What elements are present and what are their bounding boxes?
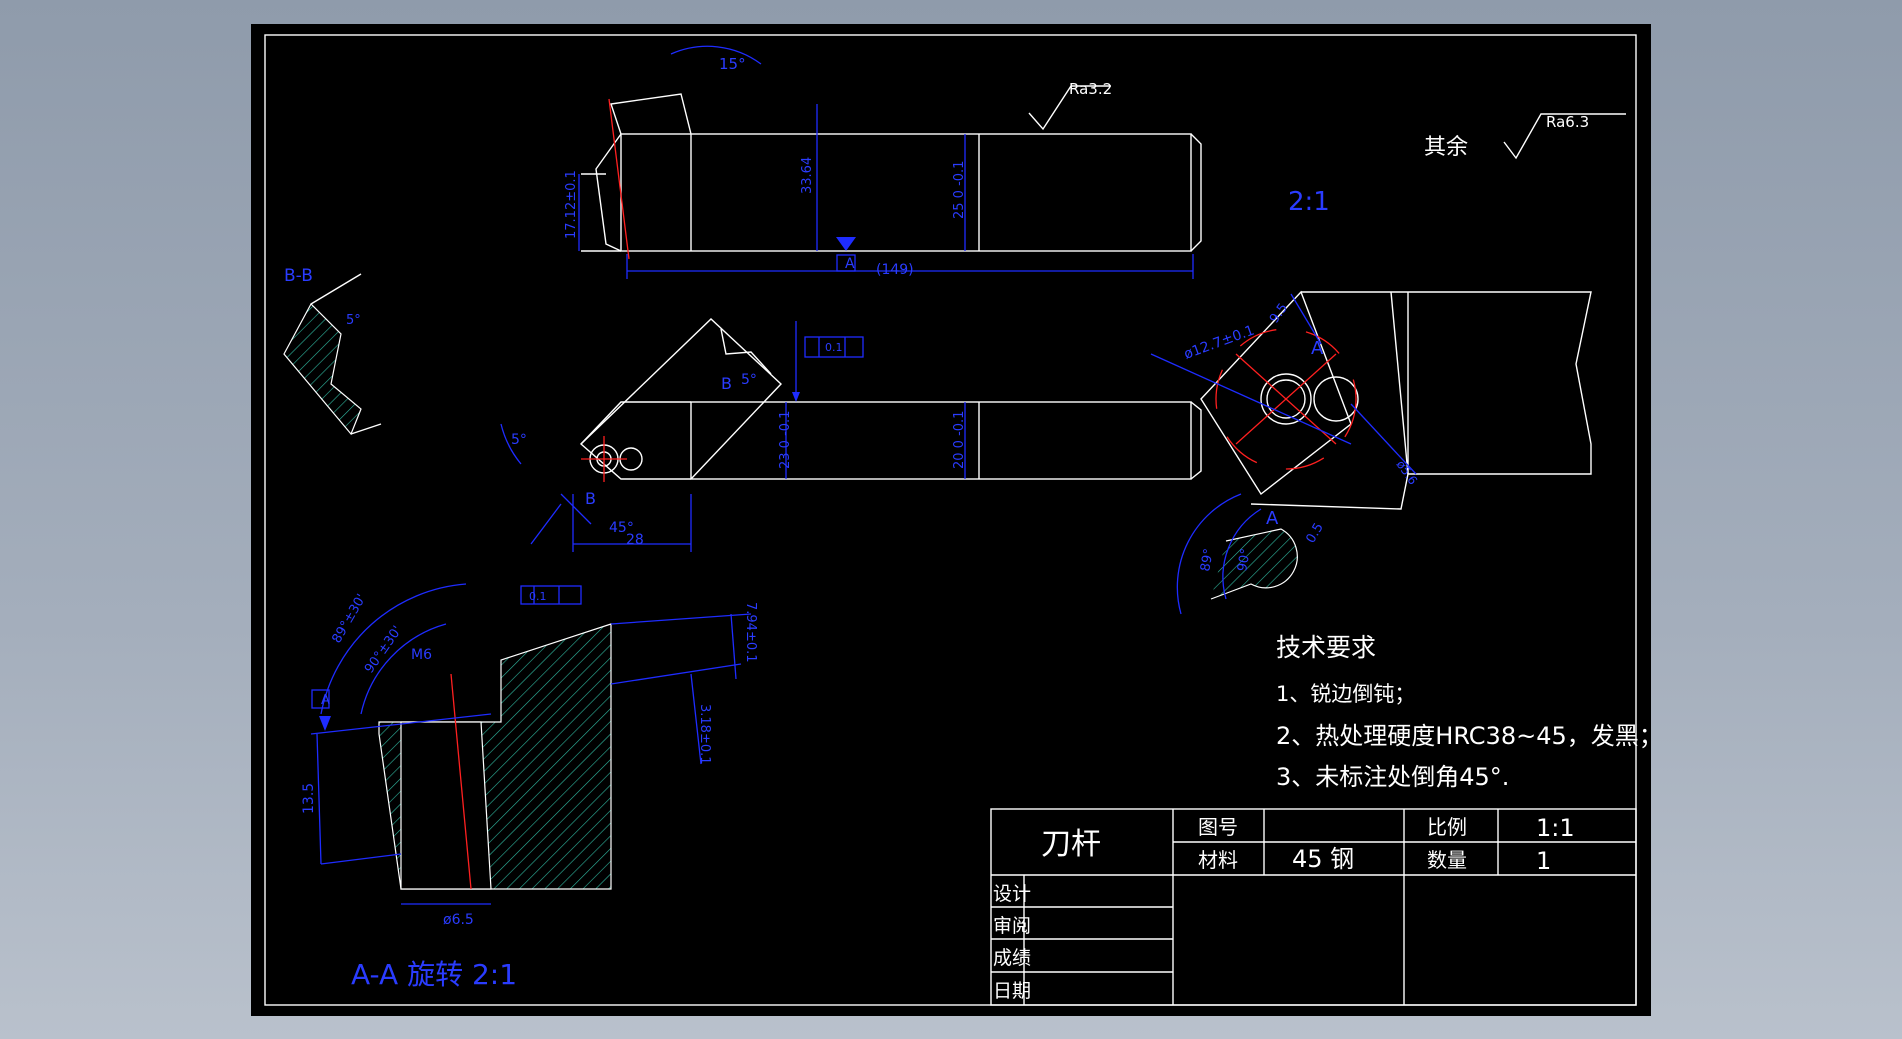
dim-angle-45: 45° (609, 520, 634, 536)
dim-detail-05: 0.5 (1303, 521, 1326, 546)
section-aa (310, 583, 752, 905)
scale-label: 比例 (1427, 815, 1467, 839)
sign-row-design: 设计 (993, 883, 1031, 905)
surface-rest-value: Ra6.3 (1546, 113, 1589, 131)
section-bb-label: B-B (284, 266, 313, 286)
tol-para: 0.1 (825, 341, 843, 354)
surface-main-value: Ra3.2 (1069, 80, 1112, 98)
dim-head-width: 23 0 -0.1 (778, 411, 793, 469)
dim-detail-89: 89° (1198, 547, 1217, 572)
dim-seat: 9.5 (1267, 301, 1291, 327)
section-a-top: A (1311, 338, 1324, 359)
surface-rest-label: 其余 (1424, 135, 1468, 160)
datum-label: A (845, 256, 855, 272)
detail-scale: 2:1 (1288, 187, 1330, 217)
section-bb (283, 273, 382, 436)
dim-relief-dia: ø5.6 (1394, 458, 1421, 488)
material-value: 45 钢 (1292, 845, 1354, 873)
plan-view (500, 318, 1202, 552)
dim-angle-5c: 5° (346, 313, 361, 328)
section-aa-label: A-A 旋转 2:1 (351, 958, 517, 991)
note-3: 3、未标注处倒角45°. (1276, 763, 1509, 791)
dim-m6: M6 (411, 647, 432, 663)
quantity-label: 数量 (1427, 848, 1467, 872)
dim-318: 3.18±0.1 (697, 704, 712, 765)
dim-angle-5b: 5° (511, 432, 527, 448)
drawing-canvas: 15° A (149) 17.12±0.1 33.64 25 0 -0.1 Ra… (264, 34, 1651, 1006)
dim-body-height: 33.64 (800, 157, 815, 194)
notes-heading: 技术要求 (1276, 633, 1376, 662)
tol-flat: 0.1 (529, 590, 547, 603)
material-label: 材料 (1198, 848, 1238, 872)
note-2: 2、热处理硬度HRC38~45，发黑； (1276, 722, 1651, 750)
title-value: 刀杆 (1041, 827, 1101, 862)
dim-shank-height: 25 0 -0.1 (952, 161, 967, 219)
dim-shank-width: 20 0 -0.1 (952, 411, 967, 469)
note-1: 1、锐边倒钝； (1276, 682, 1415, 706)
dim-top-angle: 15° (719, 55, 746, 73)
dim-head-height: 17.12±0.1 (564, 170, 579, 239)
sign-row-review: 审阅 (993, 915, 1031, 937)
scale-value: 1:1 (1536, 814, 1575, 842)
section-aa-datum: A (321, 693, 330, 708)
sign-row-date: 日期 (993, 980, 1031, 1002)
drawing-no-label: 图号 (1198, 815, 1238, 839)
section-b-mark: B (721, 374, 732, 393)
dim-794: 7.94±0.1 (743, 602, 758, 663)
dim-overall-length: (149) (876, 262, 914, 278)
dim-angle-5a: 5° (741, 372, 757, 388)
dim-d65: ø6.5 (443, 912, 474, 928)
sign-row-grade: 成绩 (993, 947, 1031, 969)
dim-135: 13.5 (301, 783, 317, 814)
quantity-value: 1 (1536, 847, 1551, 875)
section-b-mark-2: B (585, 489, 596, 508)
cad-drawing-sheet: 15° A (149) 17.12±0.1 33.64 25 0 -0.1 Ra… (251, 24, 1651, 1016)
section-a-bottom: A (1266, 508, 1279, 529)
dim-angle-89: 89°±30' (329, 592, 369, 646)
